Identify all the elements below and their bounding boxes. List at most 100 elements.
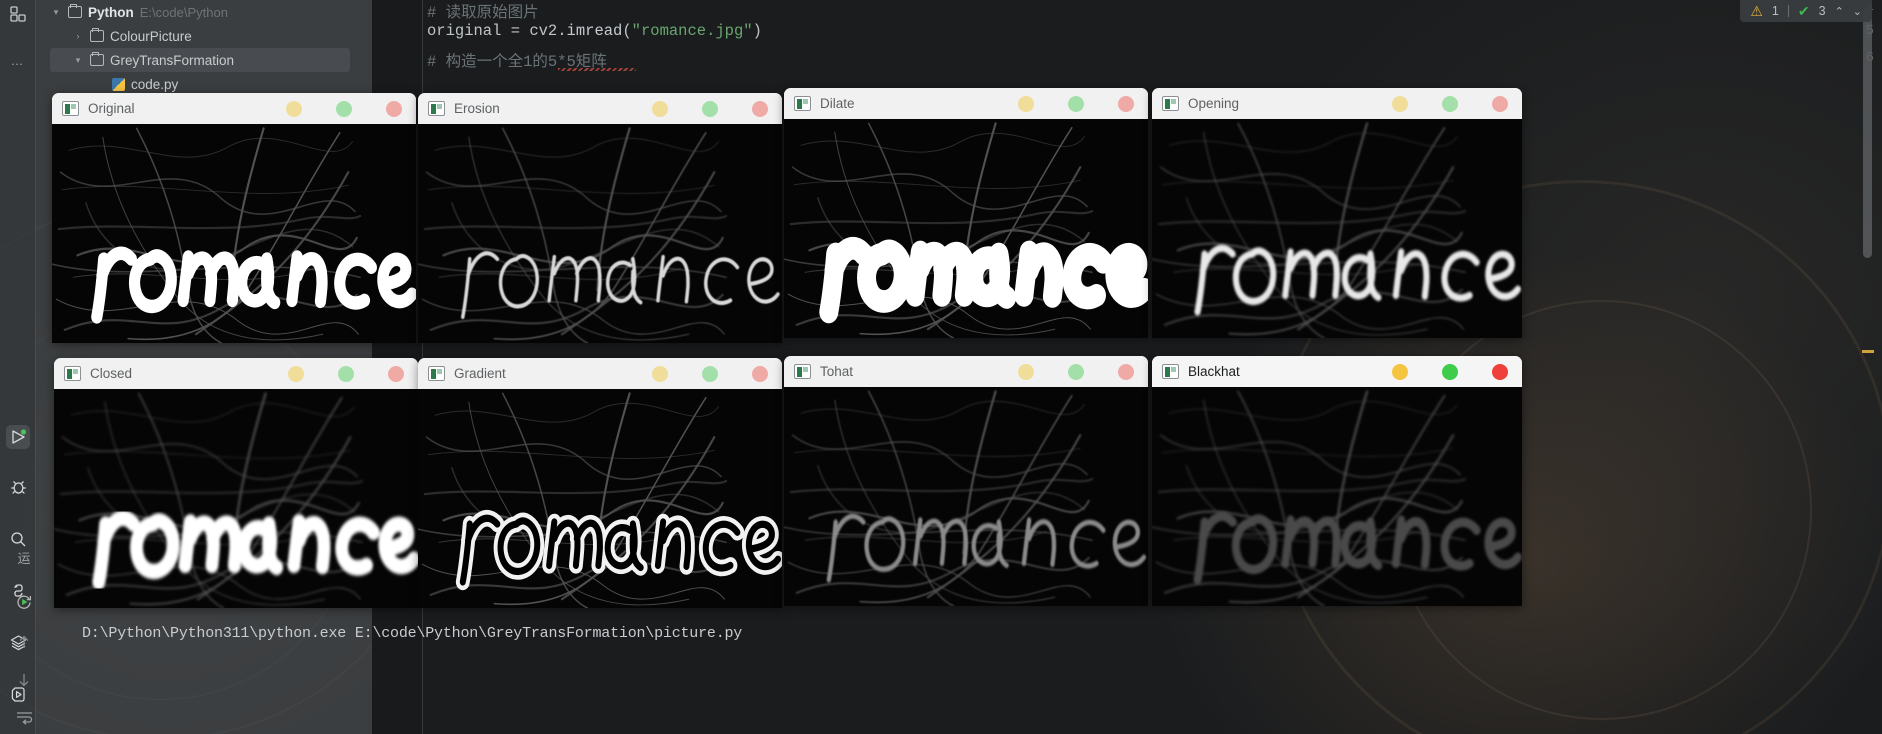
folder-icon	[90, 51, 104, 66]
code-line[interactable]: # 读取原始图片	[427, 0, 539, 22]
tree-item-label: ColourPicture	[110, 28, 192, 44]
close-button[interactable]	[386, 100, 402, 117]
maximize-button[interactable]	[1442, 363, 1458, 380]
image-canvas[interactable]	[1152, 119, 1522, 338]
close-button[interactable]	[752, 100, 768, 117]
soft-wrap-icon[interactable]	[12, 706, 36, 730]
image-window[interactable]: Erosion	[418, 93, 782, 343]
minimize-button[interactable]	[652, 100, 668, 117]
window-title-bar[interactable]: Tohat	[784, 356, 1148, 387]
code-line[interactable]: original = cv2.imread("romance.jpg")	[427, 22, 762, 40]
arrow-up-icon[interactable]	[12, 630, 36, 654]
structure-icon[interactable]	[6, 2, 30, 26]
close-button[interactable]	[1118, 95, 1134, 112]
morphology-result-image	[54, 389, 418, 608]
image-window[interactable]: Dilate	[784, 88, 1148, 338]
more-options-icon[interactable]: …	[6, 48, 30, 72]
close-button[interactable]	[1492, 363, 1508, 380]
window-title-bar[interactable]: Erosion	[418, 93, 782, 124]
code-token: =	[510, 22, 530, 40]
image-window[interactable]: Closed	[54, 358, 418, 608]
chinese-run-label: 运	[17, 550, 31, 566]
chevron-down-icon[interactable]: ⌄	[1853, 5, 1862, 18]
maximize-button[interactable]	[702, 100, 718, 117]
maximize-button[interactable]	[336, 100, 352, 117]
debug-icon[interactable]	[6, 475, 30, 499]
window-controls	[1392, 356, 1508, 387]
image-canvas[interactable]	[54, 389, 418, 608]
close-button[interactable]	[388, 365, 404, 382]
morphology-result-image	[418, 124, 782, 343]
run-icon[interactable]	[6, 425, 30, 449]
morphology-result-image	[52, 124, 416, 343]
console-command-line: D:\Python\Python311\python.exe E:\code\P…	[82, 625, 743, 642]
image-window-icon	[62, 101, 79, 116]
arrow-down-icon[interactable]	[12, 668, 36, 692]
maximize-button[interactable]	[1442, 95, 1458, 112]
close-button[interactable]	[752, 365, 768, 382]
minimize-button[interactable]	[286, 100, 302, 117]
maximize-button[interactable]	[1068, 363, 1084, 380]
minimize-button[interactable]	[1018, 95, 1034, 112]
window-title-bar[interactable]: Opening	[1152, 88, 1522, 119]
warning-triangle-icon[interactable]: ⚠	[1750, 3, 1763, 20]
status-pill[interactable]: ⚠ 1 ✔ 3 ⌃ ⌄	[1740, 0, 1872, 22]
morphology-result-image	[784, 119, 1148, 338]
image-window[interactable]: Original	[52, 93, 416, 343]
morphology-result-image	[418, 389, 782, 608]
image-canvas[interactable]	[784, 119, 1148, 338]
project-tree[interactable]: ▾ Python E:\code\Python › ColourPicture ▾ Grey…	[50, 0, 370, 95]
editor-vertical-scrollbar[interactable]	[1863, 8, 1872, 258]
maximize-button[interactable]	[702, 365, 718, 382]
window-title-bar[interactable]: Dilate	[784, 88, 1148, 119]
pill-divider	[1787, 5, 1789, 17]
maximize-button[interactable]	[1068, 95, 1084, 112]
tree-item-label: code.py	[131, 76, 179, 92]
close-button[interactable]	[1118, 363, 1134, 380]
editor-marker[interactable]	[1862, 350, 1874, 353]
minimize-button[interactable]	[652, 365, 668, 382]
error-check-icon[interactable]: ✔	[1798, 3, 1810, 20]
window-title-bar[interactable]: Blackhat	[1152, 356, 1522, 387]
minimize-button[interactable]	[1018, 363, 1034, 380]
chevron-right-icon[interactable]: ›	[72, 31, 84, 41]
image-canvas[interactable]	[418, 124, 782, 343]
chevron-up-icon[interactable]: ⌃	[1835, 5, 1844, 18]
image-canvas[interactable]	[1152, 387, 1522, 606]
image-window[interactable]: Blackhat	[1152, 356, 1522, 606]
folder-icon	[68, 3, 82, 18]
left-tool-rail	[0, 0, 35, 734]
image-window-icon	[64, 366, 81, 381]
screen-root: 4# 读取原始图片5original = cv2.imread("romance…	[0, 0, 1882, 734]
window-controls	[1392, 88, 1508, 119]
image-canvas[interactable]	[52, 124, 416, 343]
tree-row[interactable]: ▾ Python E:\code\Python	[50, 0, 350, 24]
image-window[interactable]: Gradient	[418, 358, 782, 608]
window-title-label: Erosion	[454, 101, 500, 116]
tree-item-path: E:\code\Python	[139, 4, 228, 20]
window-title-label: Blackhat	[1188, 364, 1240, 379]
image-window[interactable]: Opening	[1152, 88, 1522, 338]
window-controls	[1018, 356, 1134, 387]
code-token: imread	[566, 22, 623, 40]
image-window[interactable]: Tohat	[784, 356, 1148, 606]
window-title-bar[interactable]: Closed	[54, 358, 418, 389]
image-canvas[interactable]	[784, 387, 1148, 606]
rerun-icon[interactable]	[12, 590, 36, 614]
minimize-button[interactable]	[1392, 95, 1408, 112]
chevron-down-icon[interactable]: ▾	[72, 55, 84, 66]
window-title-bar[interactable]: Gradient	[418, 358, 782, 389]
close-button[interactable]	[1492, 95, 1508, 112]
window-controls	[288, 358, 404, 389]
morphology-result-image	[1152, 387, 1522, 606]
tree-row[interactable]: › ColourPicture	[50, 24, 350, 48]
window-controls	[1018, 88, 1134, 119]
image-canvas[interactable]	[418, 389, 782, 608]
window-title-bar[interactable]: Original	[52, 93, 416, 124]
chevron-down-icon[interactable]: ▾	[50, 7, 62, 18]
maximize-button[interactable]	[338, 365, 354, 382]
window-controls	[652, 93, 768, 124]
minimize-button[interactable]	[1392, 363, 1408, 380]
minimize-button[interactable]	[288, 365, 304, 382]
tree-row[interactable]: ▾ GreyTransFormation	[50, 48, 350, 72]
